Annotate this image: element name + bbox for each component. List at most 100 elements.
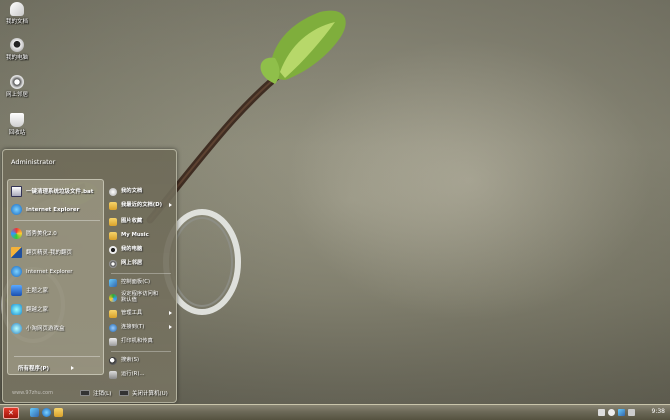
desktop-icon-network-places[interactable]: 网上邻居: [2, 75, 32, 98]
program-label: 一键清理系统垃圾文件.bat: [26, 188, 94, 195]
network-tray-icon[interactable]: [618, 409, 625, 416]
menu-item-my-music[interactable]: My Music: [109, 229, 175, 242]
menu-item-my-pictures[interactable]: 图片收藏: [109, 215, 175, 228]
menu-item-control-panel[interactable]: 控制面板(C): [109, 276, 175, 289]
music-icon: [109, 231, 117, 240]
ie-icon[interactable]: [42, 408, 51, 417]
fanyue-icon: [11, 304, 22, 315]
program-item-internet-explorer[interactable]: Internet Explorer: [11, 263, 103, 280]
control-panel-icon: [109, 278, 117, 287]
logoff-button[interactable]: 注销(L): [80, 389, 111, 397]
taskbar: ✕ 9:38: [0, 404, 670, 420]
run-icon: [109, 370, 117, 379]
network-icon: [109, 259, 117, 268]
program-label: 圆秀美化2.0: [26, 230, 57, 237]
places-panel: 我的文档 我最近的文档(D) 图片收藏 My Music 我的电脑 网上邻居 控…: [107, 179, 175, 379]
menu-item-label: My Music: [121, 231, 149, 238]
start-menu: Administrator 一键清理系统垃圾文件.bat Internet Ex…: [2, 149, 177, 403]
separator: [14, 356, 100, 357]
menu-item-my-documents[interactable]: 我的文档: [109, 185, 175, 198]
desktop-icon-label: 我的电脑: [5, 55, 28, 61]
separator: [111, 351, 171, 352]
flip-icon: [11, 247, 22, 258]
menu-item-label: 图片收藏: [121, 217, 143, 224]
search-icon: [109, 356, 117, 365]
program-access-icon: [109, 294, 117, 302]
menu-item-label: 搜索(S): [121, 356, 140, 363]
desktop-icon-my-computer[interactable]: 我的电脑: [2, 38, 32, 61]
program-label: Internet Explorer: [26, 268, 73, 275]
menu-item-run[interactable]: 运行(R)...: [109, 368, 175, 381]
logoff-icon: [80, 390, 90, 396]
ie-icon: [11, 204, 22, 215]
desktop-icon-my-documents[interactable]: 我的文档: [2, 2, 32, 25]
arrow-right-icon: [169, 203, 172, 207]
game-box-icon: [11, 323, 22, 334]
computer-icon: [109, 245, 117, 254]
recycle-bin-icon: [10, 113, 24, 127]
my-documents-icon: [10, 2, 24, 16]
admin-tools-icon: [109, 309, 117, 318]
menu-item-connect-to[interactable]: 连接到(T): [109, 321, 175, 334]
menu-item-label: 连接到(T): [121, 323, 145, 330]
start-logo-icon: ✕: [8, 409, 14, 417]
menu-item-label: 运行(R)...: [121, 370, 145, 377]
volume-icon[interactable]: [628, 409, 635, 416]
menu-item-network-places[interactable]: 网上邻居: [109, 257, 175, 270]
show-desktop-icon[interactable]: [30, 408, 39, 417]
desktop-icon-label: 网上邻居: [5, 92, 28, 98]
separator: [14, 220, 100, 221]
my-computer-icon: [10, 38, 24, 52]
menu-item-admin-tools[interactable]: 管理工具: [109, 307, 175, 320]
menu-item-program-access[interactable]: 设定程序访问和默认值: [109, 290, 175, 306]
batch-file-icon: [11, 186, 22, 197]
arrow-right-icon: [71, 366, 74, 370]
menu-item-label: 打印机和传真: [121, 337, 153, 344]
menu-item-label: 我最近的文档(D): [121, 201, 163, 208]
program-label: 翻页精灵-我的翻页: [26, 249, 72, 256]
program-item-theme-home[interactable]: 主题之家: [11, 282, 103, 299]
menu-item-label: 管理工具: [121, 309, 143, 316]
watermark-text: www.97zhu.com: [12, 390, 53, 396]
all-programs-label: 所有程序(P): [18, 366, 50, 372]
logoff-label: 注销(L): [93, 391, 112, 397]
desktop-icon-label: 回收站: [8, 130, 26, 136]
clock[interactable]: 9:38: [652, 408, 665, 415]
theme-home-icon: [11, 285, 22, 296]
folder-icon[interactable]: [54, 408, 63, 417]
program-item-fanyue[interactable]: 翻越之家: [11, 301, 103, 318]
separator: [111, 273, 171, 274]
desktop-icon-label: 我的文档: [5, 19, 28, 25]
program-item-cleanup-bat[interactable]: 一键清理系统垃圾文件.bat: [11, 183, 103, 200]
program-label: 翻越之家: [26, 306, 49, 313]
programs-panel: 一键清理系统垃圾文件.bat Internet Explorer 圆秀美化2.0…: [7, 179, 104, 375]
connect-icon: [109, 323, 117, 332]
program-label: Internet Explorer: [26, 206, 80, 213]
program-item-internet-explorer-pinned[interactable]: Internet Explorer: [11, 201, 103, 218]
menu-item-label: 设定程序访问和默认值: [121, 291, 159, 303]
menu-item-search[interactable]: 搜索(S): [109, 354, 175, 367]
menu-item-recent-documents[interactable]: 我最近的文档(D): [109, 199, 175, 212]
program-item-meihua[interactable]: 圆秀美化2.0: [11, 225, 103, 242]
meihua-icon: [11, 228, 22, 239]
user-name: Administrator: [11, 158, 56, 166]
shutdown-button[interactable]: 关闭计算机(U): [119, 389, 168, 397]
system-tray: 9:38: [595, 405, 670, 420]
menu-item-printers-faxes[interactable]: 打印机和传真: [109, 335, 175, 348]
printer-icon: [109, 337, 117, 346]
keyboard-icon[interactable]: [598, 409, 605, 416]
shutdown-label: 关闭计算机(U): [132, 391, 168, 397]
menu-item-my-computer[interactable]: 我的电脑: [109, 243, 175, 256]
program-item-game-box[interactable]: 小淘网页游戏盒: [11, 320, 103, 337]
desktop-icon-recycle-bin[interactable]: 回收站: [2, 113, 32, 136]
program-item-flip[interactable]: 翻页精灵-我的翻页: [11, 244, 103, 261]
folder-icon: [109, 201, 117, 210]
menu-item-label: 控制面板(C): [121, 278, 151, 285]
program-label: 小淘网页游戏盒: [26, 325, 65, 332]
start-button[interactable]: ✕: [3, 407, 19, 419]
folder-icon: [109, 187, 117, 196]
pictures-icon: [109, 217, 117, 226]
network-places-icon: [10, 75, 24, 89]
menu-item-label: 网上邻居: [121, 259, 143, 266]
help-icon[interactable]: [608, 409, 615, 416]
